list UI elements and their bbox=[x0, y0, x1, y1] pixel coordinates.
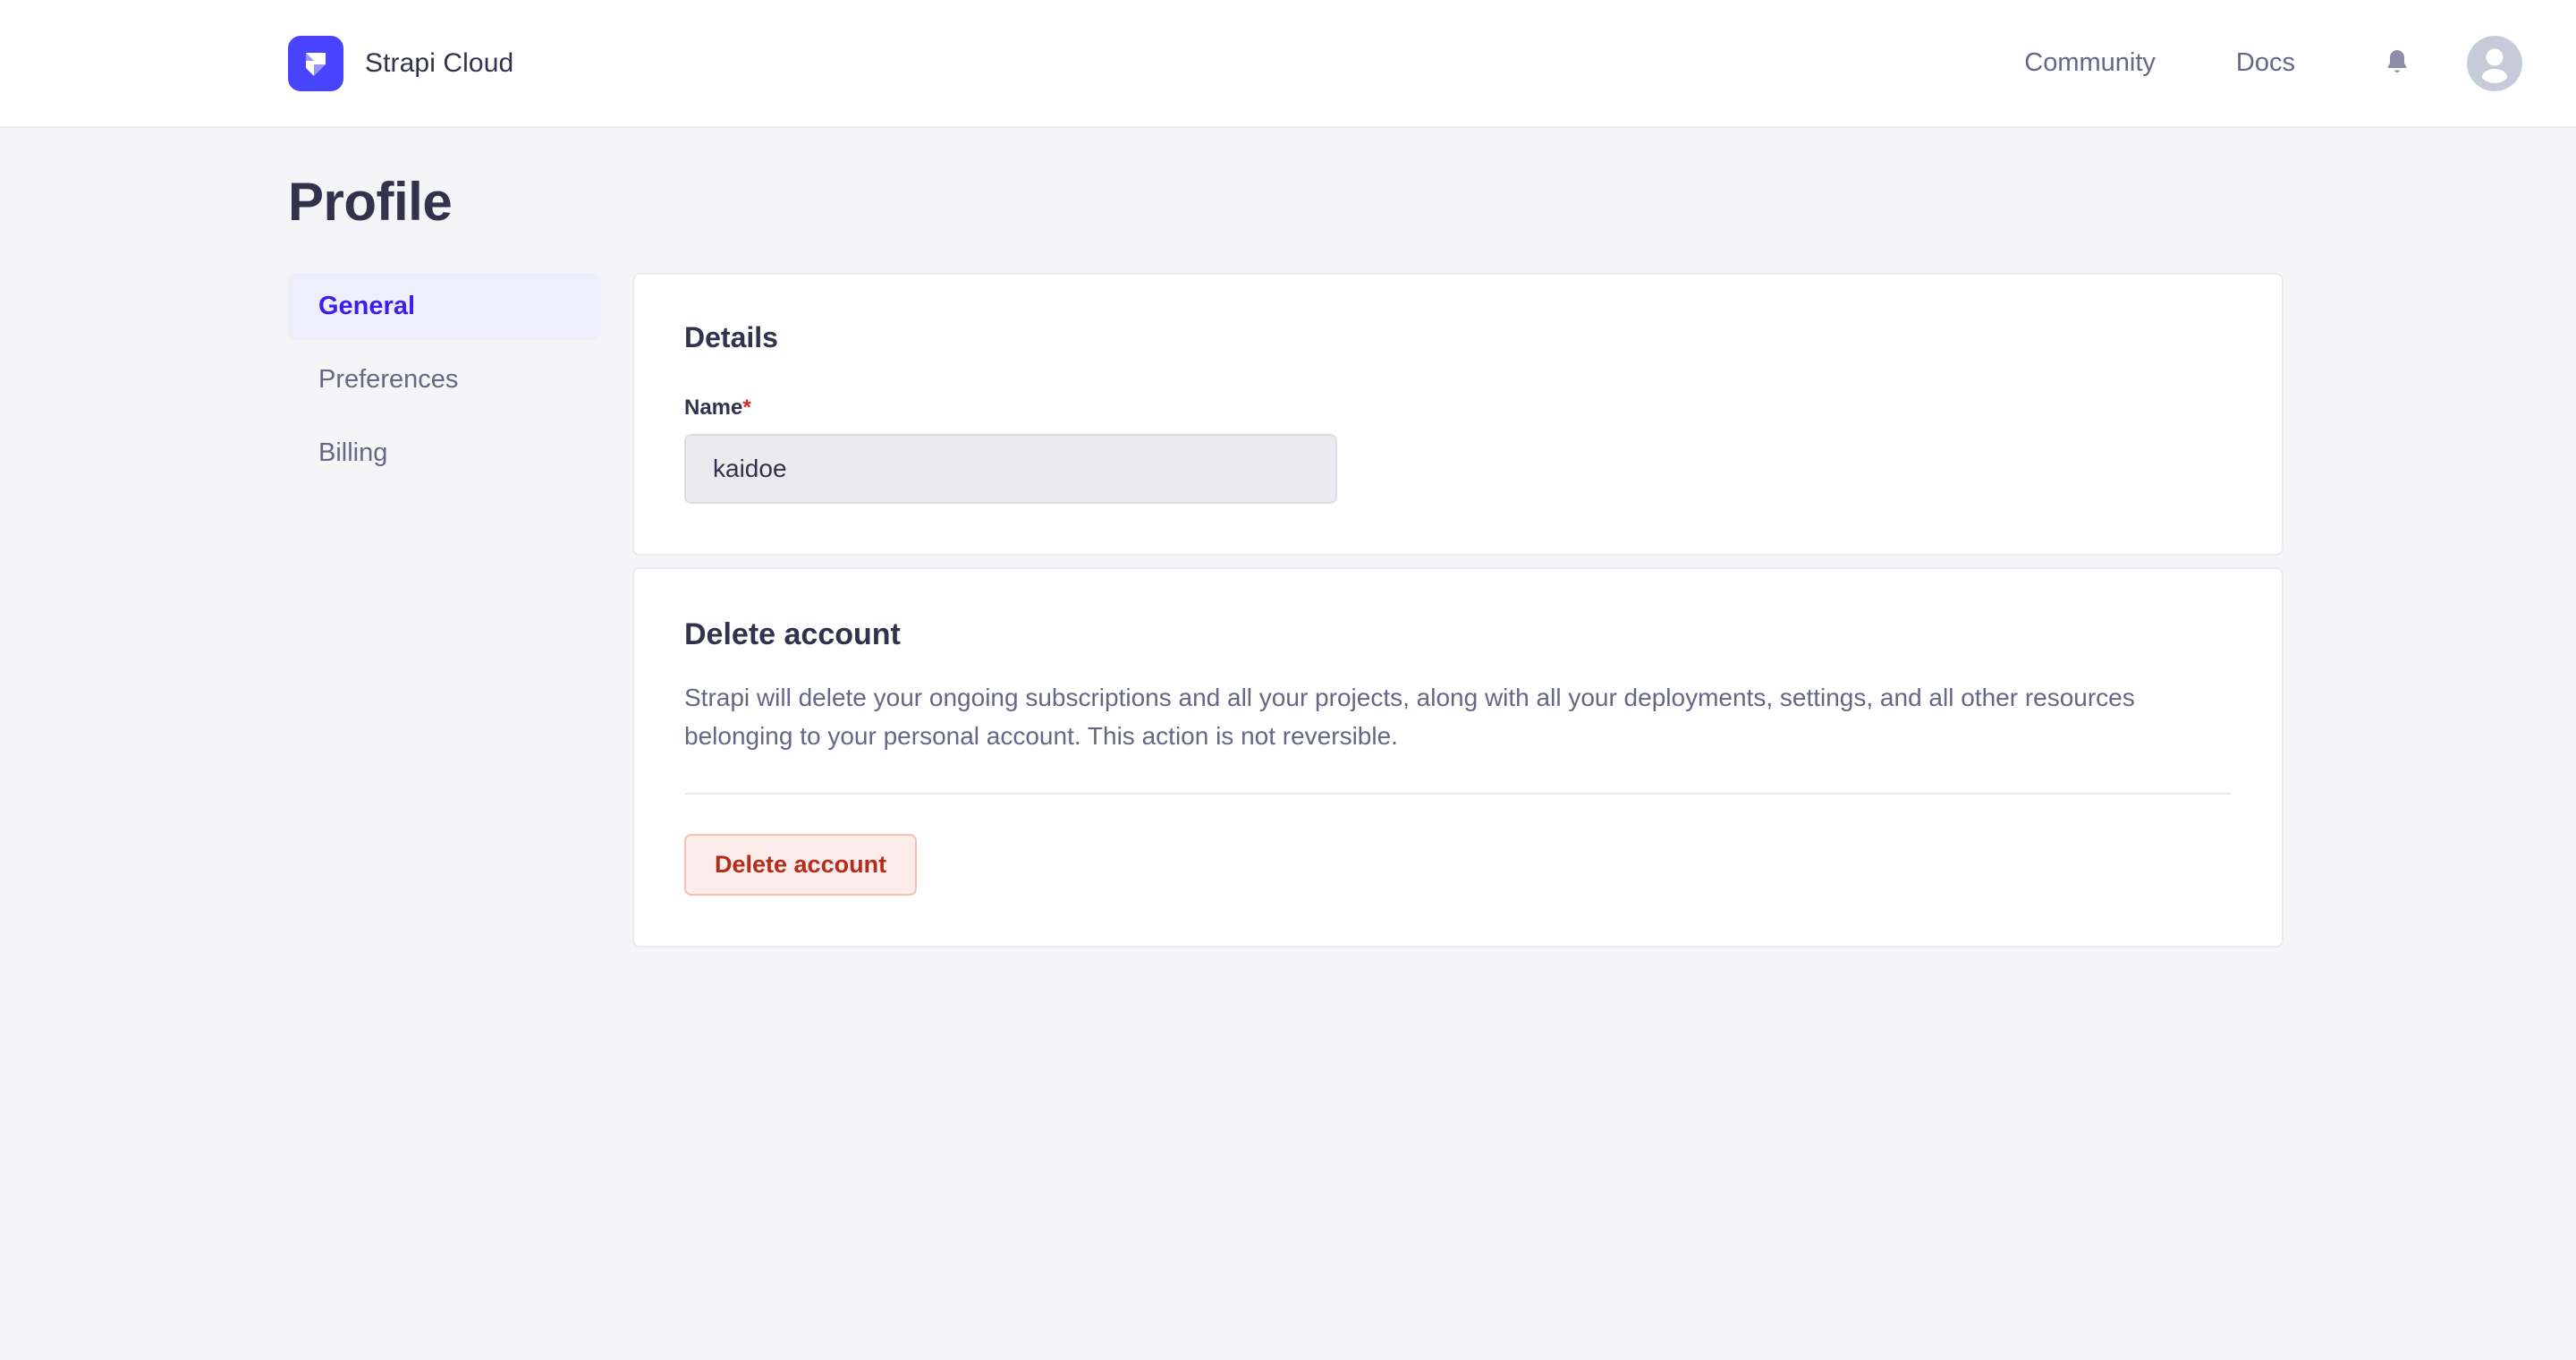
notifications-button[interactable] bbox=[2374, 40, 2420, 87]
required-asterisk: * bbox=[742, 395, 751, 420]
sidebar-item-general[interactable]: General bbox=[288, 273, 601, 340]
name-field-group: Name* bbox=[684, 395, 2232, 504]
brand-home-link[interactable]: Strapi Cloud bbox=[288, 35, 514, 91]
app-header: Strapi Cloud Community Docs bbox=[0, 0, 2576, 128]
brand-name: Strapi Cloud bbox=[365, 47, 514, 78]
details-card-title: Details bbox=[684, 321, 778, 353]
user-avatar-icon bbox=[2482, 48, 2507, 83]
profile-layout: General Preferences Billing Details Name… bbox=[288, 273, 2576, 948]
page-title: Profile bbox=[288, 172, 453, 232]
delete-account-description: Strapi will delete your ongoing subscrip… bbox=[684, 684, 2135, 750]
user-avatar-button[interactable] bbox=[2467, 35, 2522, 91]
sidebar-item-preferences[interactable]: Preferences bbox=[288, 346, 601, 413]
page-body: Profile General Preferences Billing Deta… bbox=[0, 171, 2576, 948]
sidebar-item-billing[interactable]: Billing bbox=[288, 420, 601, 487]
delete-card-divider bbox=[684, 793, 2232, 795]
name-input[interactable] bbox=[684, 434, 1337, 504]
details-card: Details Name* bbox=[632, 273, 2284, 556]
delete-account-button[interactable]: Delete account bbox=[684, 834, 918, 897]
nav-link-community[interactable]: Community bbox=[2010, 39, 2170, 87]
profile-sidebar: General Preferences Billing bbox=[288, 273, 601, 493]
profile-main: Details Name* Delete account Strapi will… bbox=[632, 273, 2284, 948]
delete-account-title: Delete account bbox=[684, 617, 901, 651]
name-label-text: Name bbox=[684, 395, 743, 420]
header-nav: Community Docs bbox=[2010, 35, 2522, 91]
delete-account-card: Delete account Strapi will delete your o… bbox=[632, 567, 2284, 948]
name-field-label: Name* bbox=[684, 395, 2232, 421]
nav-link-docs[interactable]: Docs bbox=[2222, 39, 2309, 87]
strapi-logo-icon bbox=[288, 35, 343, 91]
bell-icon bbox=[2384, 47, 2411, 79]
